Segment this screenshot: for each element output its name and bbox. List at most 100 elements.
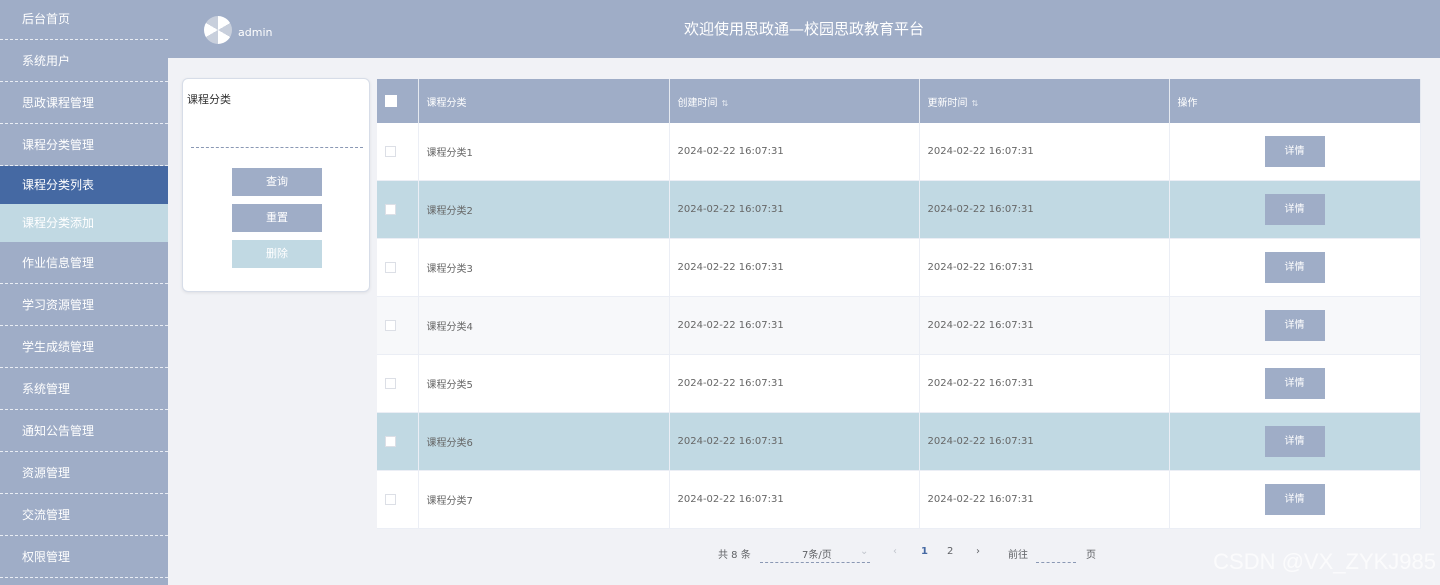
sidebar-item-course-management[interactable]: 思政课程管理	[0, 82, 168, 124]
row-checkbox-cell	[377, 412, 419, 471]
row-checkbox-cell	[377, 354, 419, 413]
row-checkbox[interactable]	[385, 319, 396, 331]
row-checkbox[interactable]	[385, 377, 396, 389]
sidebar-item-resources[interactable]: 资源管理	[0, 452, 168, 494]
delete-button[interactable]: 删除	[232, 240, 322, 268]
sidebar-item-category-management[interactable]: 课程分类管理	[0, 124, 168, 166]
detail-button[interactable]: 详情	[1264, 252, 1325, 283]
query-button[interactable]: 查询	[232, 168, 322, 196]
header-action-label: 操作	[1177, 97, 1198, 109]
search-label: 课程分类	[187, 93, 231, 106]
goto-page-input[interactable]	[1036, 544, 1076, 563]
created-cell: 2024-02-22 16:07:31	[669, 412, 920, 471]
sidebar-item-category-add[interactable]: 课程分类添加	[0, 204, 168, 242]
header-updated-label: 更新时间	[927, 97, 968, 109]
action-cell: 详情	[1169, 354, 1421, 413]
select-all-cell	[377, 79, 419, 123]
created-cell: 2024-02-22 16:07:31	[669, 354, 920, 413]
row-checkbox[interactable]	[385, 261, 396, 273]
header-action: 操作	[1169, 79, 1421, 123]
updated-cell: 2024-02-22 16:07:31	[919, 296, 1170, 355]
total-count: 共 8 条	[718, 550, 751, 561]
sidebar-item-home[interactable]: 后台首页	[0, 0, 168, 40]
table-row: 课程分类3 2024-02-22 16:07:31 2024-02-22 16:…	[377, 238, 1421, 297]
sort-icon[interactable]: ⇅	[972, 99, 979, 108]
row-checkbox[interactable]	[385, 203, 396, 215]
updated-cell: 2024-02-22 16:07:31	[919, 354, 1170, 413]
header-created[interactable]: 创建时间 ⇅	[669, 79, 920, 123]
created-cell: 2024-02-22 16:07:31	[669, 296, 920, 355]
updated-cell: 2024-02-22 16:07:31	[919, 238, 1170, 297]
sidebar-item-grades[interactable]: 学生成绩管理	[0, 326, 168, 368]
sidebar-item-system-users[interactable]: 系统用户	[0, 40, 168, 82]
category-cell: 课程分类1	[418, 123, 670, 181]
search-panel: 课程分类 查询 重置 删除	[182, 78, 370, 292]
page-number-2[interactable]: 2	[947, 546, 953, 557]
select-all-checkbox[interactable]	[385, 95, 397, 107]
category-cell: 课程分类5	[418, 354, 670, 413]
sidebar-item-system[interactable]: 系统管理	[0, 368, 168, 410]
page-number-1[interactable]: 1	[921, 546, 928, 557]
header-category: 课程分类	[418, 79, 670, 123]
prev-page-icon[interactable]: ‹	[893, 546, 897, 557]
sidebar: 后台首页 系统用户 思政课程管理 课程分类管理 课程分类列表 课程分类添加 作业…	[0, 0, 168, 585]
main-content: 课程分类 查询 重置 删除 课程分类 创建时间 ⇅ 更新时间 ⇅ 操作 课程分类…	[168, 58, 1440, 580]
page-size-value: 7条/页	[802, 550, 832, 561]
created-cell: 2024-02-22 16:07:31	[669, 180, 920, 239]
created-cell: 2024-02-22 16:07:31	[669, 470, 920, 529]
table-row: 课程分类7 2024-02-22 16:07:31 2024-02-22 16:…	[377, 470, 1421, 529]
row-checkbox-cell	[377, 296, 419, 355]
table-header-row: 课程分类 创建时间 ⇅ 更新时间 ⇅ 操作	[377, 79, 1421, 123]
detail-button[interactable]: 详情	[1264, 484, 1325, 515]
action-cell: 详情	[1169, 123, 1421, 181]
page-title: 欢迎使用思政通—校园思政教育平台	[683, 20, 924, 38]
action-cell: 详情	[1169, 180, 1421, 239]
sidebar-item-communication[interactable]: 交流管理	[0, 494, 168, 536]
table-row: 课程分类5 2024-02-22 16:07:31 2024-02-22 16:…	[377, 354, 1421, 413]
sidebar-item-category-list[interactable]: 课程分类列表	[0, 166, 168, 204]
detail-button[interactable]: 详情	[1264, 426, 1325, 457]
row-checkbox-cell	[377, 180, 419, 239]
action-cell: 详情	[1169, 470, 1421, 529]
detail-button[interactable]: 详情	[1264, 136, 1325, 167]
goto-suffix: 页	[1086, 550, 1096, 561]
top-header: admin 欢迎使用思政通—校园思政教育平台	[168, 0, 1440, 58]
sort-icon[interactable]: ⇅	[722, 99, 729, 108]
table-row: 课程分类6 2024-02-22 16:07:31 2024-02-22 16:…	[377, 412, 1421, 471]
created-cell: 2024-02-22 16:07:31	[669, 123, 920, 181]
updated-cell: 2024-02-22 16:07:31	[919, 180, 1170, 239]
action-cell: 详情	[1169, 296, 1421, 355]
sidebar-item-notices[interactable]: 通知公告管理	[0, 410, 168, 452]
sidebar-item-permissions[interactable]: 权限管理	[0, 536, 168, 578]
sidebar-item-homework-management[interactable]: 作业信息管理	[0, 242, 168, 284]
header-category-label: 课程分类	[426, 97, 467, 109]
sidebar-item-resource-study[interactable]: 学习资源管理	[0, 284, 168, 326]
category-cell: 课程分类6	[418, 412, 670, 471]
next-page-icon[interactable]: ›	[976, 546, 980, 557]
category-cell: 课程分类4	[418, 296, 670, 355]
action-cell: 详情	[1169, 238, 1421, 297]
row-checkbox-cell	[377, 470, 419, 529]
row-checkbox[interactable]	[385, 145, 396, 157]
created-cell: 2024-02-22 16:07:31	[669, 238, 920, 297]
header-updated[interactable]: 更新时间 ⇅	[919, 79, 1170, 123]
header-created-label: 创建时间	[677, 97, 718, 109]
chevron-down-icon: ⌄	[860, 546, 869, 557]
row-checkbox-cell	[377, 123, 419, 181]
reset-button[interactable]: 重置	[232, 204, 322, 232]
row-checkbox-cell	[377, 238, 419, 297]
detail-button[interactable]: 详情	[1264, 310, 1325, 341]
watermark: CSDN @VX_ZYKJ985	[1213, 549, 1436, 574]
updated-cell: 2024-02-22 16:07:31	[919, 412, 1170, 471]
action-cell: 详情	[1169, 412, 1421, 471]
table-row: 课程分类1 2024-02-22 16:07:31 2024-02-22 16:…	[377, 123, 1421, 181]
page-size-select[interactable]: 7条/页 ⌄	[760, 544, 870, 563]
category-search-input[interactable]	[191, 129, 363, 148]
detail-button[interactable]: 详情	[1264, 368, 1325, 399]
row-checkbox[interactable]	[385, 493, 396, 505]
updated-cell: 2024-02-22 16:07:31	[919, 470, 1170, 529]
row-checkbox[interactable]	[385, 435, 396, 447]
category-table: 课程分类 创建时间 ⇅ 更新时间 ⇅ 操作 课程分类1 2024-02-22 16:…	[377, 79, 1421, 529]
detail-button[interactable]: 详情	[1264, 194, 1325, 225]
updated-cell: 2024-02-22 16:07:31	[919, 123, 1170, 181]
